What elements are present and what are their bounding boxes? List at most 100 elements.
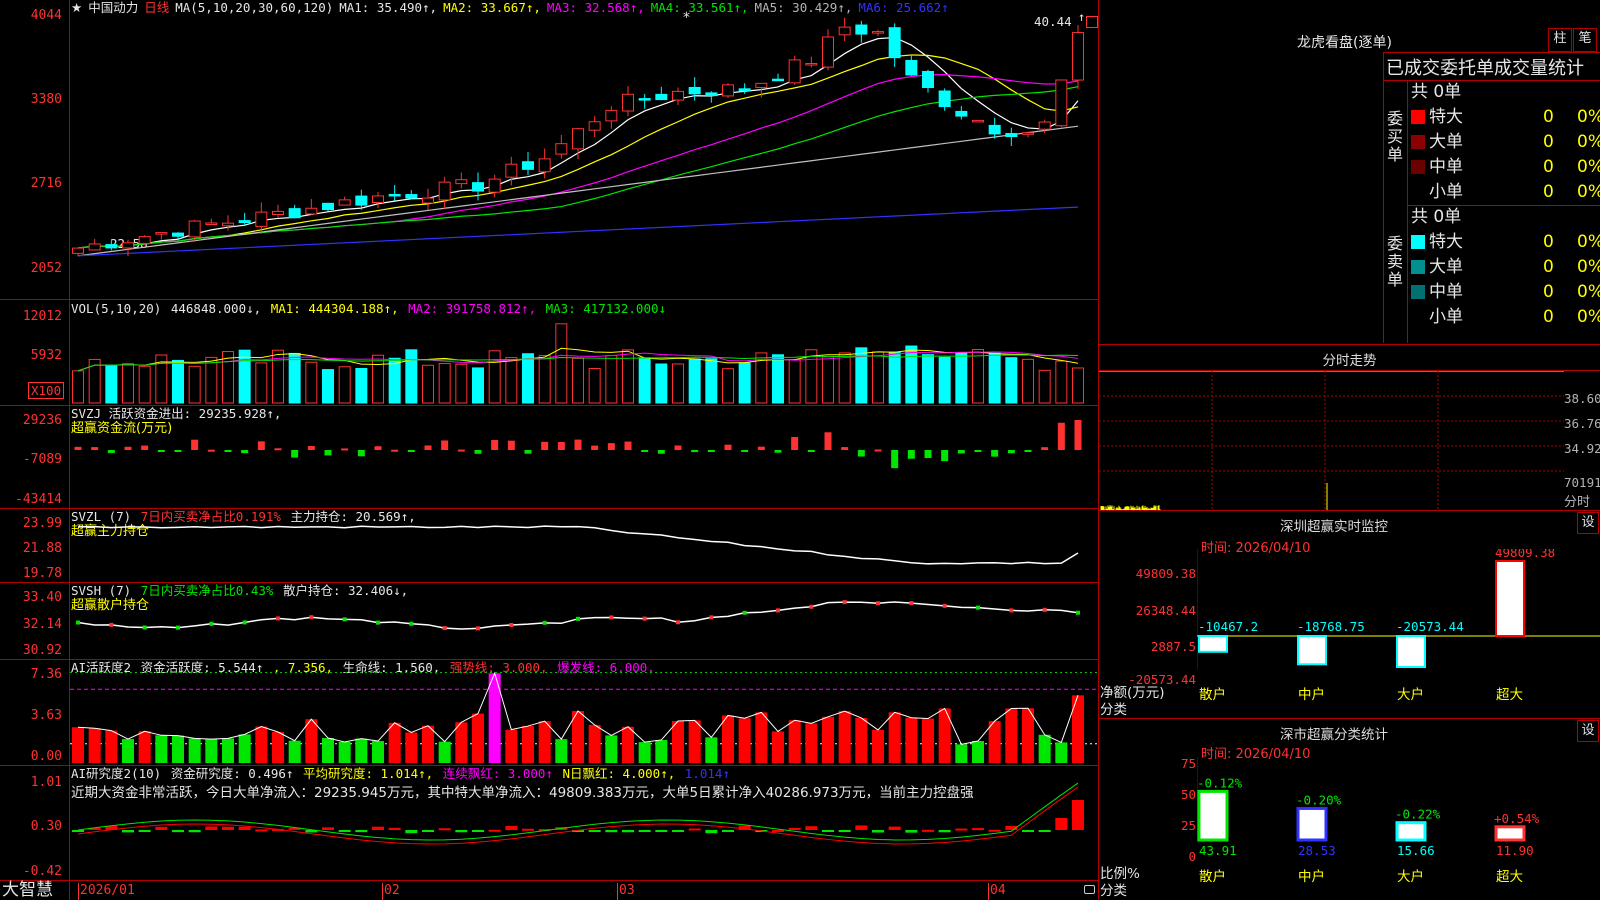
activity-bar [622, 726, 634, 763]
flow-bar [707, 450, 715, 452]
sell-row: 中单 [1411, 280, 1463, 304]
svzl-ylabel-2: 19.78 [22, 566, 62, 581]
ratio-change-label: -0.22% [1395, 807, 1441, 822]
ai-research-panel[interactable]: AI研究度2(10) 资金研究度: 0.496↑ 平均研究度: 1.014↑, … [0, 766, 1098, 880]
sz-stats-chart[interactable]: -0.12% 43.91 散户 -0.20% 28.53 中户 -0.22% 15.66 大户 +… [1197, 757, 1600, 900]
activity-bar [555, 739, 568, 763]
candle-body [672, 90, 684, 101]
research-bar [1072, 800, 1084, 830]
candle-body [922, 70, 934, 89]
buy-pct: 0% [1577, 157, 1600, 177]
bar-mode-button[interactable]: 柱 [1548, 28, 1572, 52]
svsh-panel[interactable]: SVSH (7) 7日内买卖净占比0.43% 散户持仓: 32.406↓, 超赢… [0, 583, 1098, 659]
lock-icon[interactable] [1084, 885, 1095, 894]
activity-bar [155, 735, 168, 763]
tick-mode-button[interactable]: 笔 [1573, 28, 1597, 52]
intraday-panel[interactable]: 分时走势 38.60 36.76 34.92 70191 分时 [1099, 345, 1600, 510]
flow-bar [607, 443, 615, 450]
flow-bar [1007, 450, 1015, 454]
candle-body [455, 179, 468, 185]
candle-body [1038, 121, 1051, 130]
volume-panel[interactable]: VOL(5,10,20) 446848.000↓, MA1: 444304.18… [0, 300, 1098, 405]
volume-bar [688, 358, 701, 404]
sell-count: 0 [1543, 232, 1554, 252]
category-label: 散户 [1199, 686, 1226, 703]
volume-bar [822, 356, 834, 404]
vol-ylabel-0: 12012 [22, 309, 62, 324]
candle-body [838, 26, 851, 36]
legend-swatch [1411, 185, 1425, 199]
research-bar [388, 827, 401, 830]
research-bar [688, 828, 701, 831]
activity-bar [872, 729, 884, 763]
date-tick-2: 03 [619, 883, 635, 898]
candle-body [338, 199, 351, 206]
retail-dot [109, 622, 114, 627]
activity-bar [455, 722, 468, 763]
sz-monitor-chart[interactable]: -10467.2 散户 -18768.75 中户 -20573.44 大户 49809.38… [1197, 549, 1600, 718]
retail-dot [176, 625, 180, 630]
svzl-chart[interactable] [70, 509, 1098, 582]
sz-monitor-title: 深圳超赢实时监控 [1280, 519, 1388, 535]
buy-pct: 0% [1577, 107, 1600, 127]
activity-bar [788, 720, 801, 763]
flow-bar [1024, 450, 1032, 452]
ai-activity-panel[interactable]: AI活跃度2 资金活跃度: 5.544↑ , 7.356, 生命线: 1.560… [0, 660, 1098, 765]
ai1-chart[interactable] [70, 660, 1098, 765]
research-bar [988, 829, 1001, 832]
kline-chart[interactable] [70, 0, 1098, 299]
intraday-chart[interactable] [1099, 371, 1564, 510]
sz-monitor-settings-button[interactable]: 设 [1577, 512, 1599, 534]
flow-bar [874, 449, 882, 452]
flow-bar [191, 439, 199, 450]
svsh-chart[interactable] [70, 583, 1098, 659]
category-label: 中户 [1298, 868, 1325, 885]
retail-dot [609, 615, 614, 620]
activity-bar [805, 723, 818, 763]
activity-bar [1038, 734, 1051, 763]
candle-body [305, 207, 318, 215]
svzj-ylabel-0: 29236 [22, 413, 62, 428]
volume-chart[interactable] [70, 300, 1098, 405]
research-bar [155, 826, 168, 830]
legend-swatch [1411, 160, 1425, 174]
lhb-header: 已成交委托单成交量统计 [1386, 58, 1584, 79]
research-wave2 [77, 786, 1079, 845]
svzl-panel[interactable]: SVZL (7) 7日内买卖净占比0.191% 主力持仓: 20.569↑, 超… [0, 509, 1098, 582]
flow-bar [374, 446, 382, 450]
research-bar [438, 828, 451, 831]
research-bar [955, 828, 968, 831]
svsh-ylabel-2: 30.92 [22, 643, 62, 658]
sz-stats-left-label2: 分类 [1100, 883, 1127, 899]
ai2-ylabel-2: -0.42 [22, 864, 62, 879]
candle-body [1022, 132, 1034, 135]
research-bar [788, 827, 801, 830]
flow-bar [674, 445, 682, 450]
svzj-chart[interactable] [70, 406, 1098, 508]
activity-bar [472, 713, 484, 763]
sz-stats-settings-button[interactable]: 设 [1577, 720, 1599, 742]
svzj-ylabel-2: -43414 [15, 492, 62, 507]
candle-body [388, 193, 401, 197]
volume-bar [738, 362, 751, 404]
kline-ylabel-3: 2052 [30, 261, 62, 276]
kline-panel[interactable]: ★ 中国动力 日线 MA(5,10,20,30,60,120) MA1: 35.… [0, 0, 1098, 299]
retail-dot [576, 616, 580, 621]
flow-bar [791, 436, 799, 450]
sell-pct: 0% [1577, 232, 1600, 252]
candle-body [288, 208, 301, 219]
svzj-panel[interactable]: SVZJ 活跃资金进出: 29235.928↑, 超赢资金流(万元) 29236… [0, 406, 1098, 508]
candle-body [888, 27, 901, 59]
volume-bar [172, 359, 184, 404]
activity-bar [405, 732, 418, 763]
research-bar [355, 830, 368, 833]
activity-bar [738, 718, 751, 763]
ma6-line [77, 206, 1079, 257]
ai2-chart[interactable] [70, 766, 1098, 880]
retail-dot [909, 601, 914, 606]
intraday-ylabel-0: 38.60 [1564, 391, 1600, 406]
volume-bar [805, 349, 818, 404]
flow-bar [757, 446, 765, 450]
vol-unit-badge[interactable]: X100 [28, 382, 65, 399]
activity-bar [422, 725, 434, 763]
